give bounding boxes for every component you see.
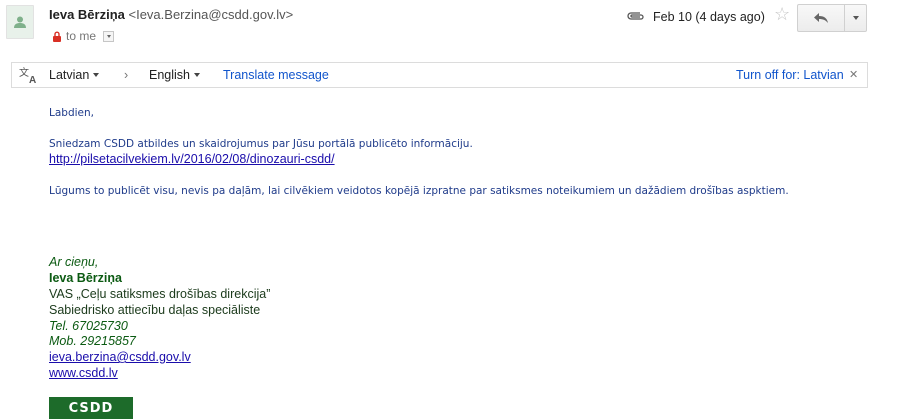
csdd-logo-text: CSDD bbox=[68, 400, 114, 416]
sender-email: <Ieva.Berzina@csdd.gov.lv> bbox=[128, 7, 294, 22]
message-line-1: Sniedzam CSDD atbildes un skaidrojumus p… bbox=[49, 138, 473, 150]
translation-bar: 文 A Latvian › English Translate message … bbox=[11, 62, 868, 88]
turn-off-translation-link[interactable]: Turn off for: Latvian bbox=[736, 68, 844, 82]
close-icon[interactable]: ✕ bbox=[849, 68, 858, 81]
translate-message-link[interactable]: Translate message bbox=[223, 68, 329, 82]
greeting: Labdien, bbox=[49, 107, 94, 119]
sender-avatar[interactable] bbox=[6, 5, 34, 39]
message-line-2: Lūgums to publicēt visu, nevis pa daļām,… bbox=[49, 185, 789, 197]
chevron-down-icon bbox=[852, 16, 859, 20]
source-language-label: Latvian bbox=[49, 68, 90, 82]
star-icon[interactable]: ☆ bbox=[774, 5, 790, 23]
translate-icon: 文 A bbox=[18, 67, 40, 84]
signature-phone: Tel. 67025730 bbox=[49, 319, 128, 333]
paperclip-icon bbox=[627, 12, 644, 20]
reply-icon bbox=[814, 13, 828, 23]
signature-name: Ieva Bērziņa bbox=[49, 271, 122, 285]
sender-line: Ieva Bērziņa <Ieva.Berzina@csdd.gov.lv> bbox=[49, 7, 293, 22]
target-language-dropdown[interactable]: English bbox=[149, 68, 200, 82]
csdd-logo: CSDD bbox=[49, 397, 133, 419]
svg-text:文: 文 bbox=[19, 67, 29, 79]
signature-organization: VAS „Ceļu satiksmes drošības direkcija” bbox=[49, 287, 271, 301]
sender-name[interactable]: Ieva Bērziņa bbox=[49, 7, 125, 22]
reply-button[interactable] bbox=[797, 4, 845, 32]
arrow-right-icon: › bbox=[124, 68, 129, 82]
message-date: Feb 10 (4 days ago) bbox=[653, 10, 765, 24]
chevron-down-icon bbox=[93, 73, 100, 77]
recipient-details-button[interactable] bbox=[103, 30, 115, 42]
recipient-label: to me bbox=[66, 29, 97, 43]
person-icon bbox=[14, 16, 26, 28]
chevron-down-icon bbox=[194, 73, 200, 77]
signature-title: Sabiedrisko attiecību daļas speciāliste bbox=[49, 303, 261, 317]
signature-email-link[interactable]: ieva.berzina@csdd.gov.lv bbox=[49, 350, 191, 364]
article-link[interactable]: http://pilsetacilvekiem.lv/2016/02/08/di… bbox=[49, 152, 335, 166]
svg-text:A: A bbox=[29, 75, 36, 84]
source-language-dropdown[interactable]: Latvian bbox=[49, 68, 100, 82]
chevron-down-icon bbox=[106, 34, 111, 38]
lock-icon bbox=[53, 31, 61, 42]
signature-mobile: Mob. 29215857 bbox=[49, 334, 136, 348]
target-language-label: English bbox=[149, 68, 190, 82]
recipient-line: to me bbox=[52, 29, 115, 43]
more-actions-button[interactable] bbox=[845, 4, 867, 32]
signature-website-link[interactable]: www.csdd.lv bbox=[49, 366, 118, 380]
signature-closing: Ar cieņu, bbox=[49, 255, 99, 269]
reply-button-group bbox=[797, 4, 867, 32]
